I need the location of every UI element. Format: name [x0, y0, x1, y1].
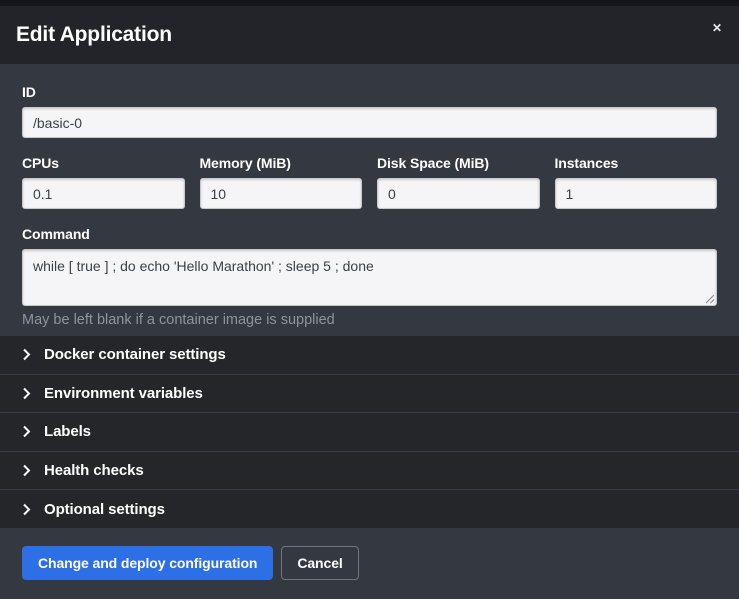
command-field-group: Command while [ true ] ; do echo 'Hello …: [22, 226, 717, 328]
id-field-group: ID: [22, 84, 717, 138]
command-textarea[interactable]: while [ true ] ; do echo 'Hello Marathon…: [22, 249, 717, 306]
modal-header: Edit Application ✕: [0, 6, 739, 64]
chevron-right-icon: [22, 348, 31, 361]
section-health-checks[interactable]: Health checks: [0, 452, 739, 491]
modal-title: Edit Application: [16, 23, 172, 47]
cpus-label: CPUs: [22, 155, 185, 171]
section-docker-container-settings[interactable]: Docker container settings: [0, 336, 739, 375]
modal-footer: Change and deploy configuration Cancel: [0, 528, 739, 599]
instances-label: Instances: [555, 155, 718, 171]
disk-label: Disk Space (MiB): [377, 155, 540, 171]
resources-row: CPUs Memory (MiB) Disk Space (MiB) Insta…: [22, 155, 717, 209]
section-label: Docker container settings: [44, 346, 226, 363]
section-label: Environment variables: [44, 385, 203, 402]
cpus-input[interactable]: [22, 178, 185, 209]
id-input[interactable]: [22, 107, 717, 138]
instances-input[interactable]: [555, 178, 718, 209]
chevron-right-icon: [22, 464, 31, 477]
section-label: Optional settings: [44, 501, 165, 518]
section-optional-settings[interactable]: Optional settings: [0, 490, 739, 528]
memory-field-group: Memory (MiB): [200, 155, 363, 209]
chevron-right-icon: [22, 425, 31, 438]
command-help-text: May be left blank if a container image i…: [22, 312, 717, 328]
section-labels[interactable]: Labels: [0, 413, 739, 452]
close-icon[interactable]: ✕: [705, 16, 729, 40]
memory-label: Memory (MiB): [200, 155, 363, 171]
instances-field-group: Instances: [555, 155, 718, 209]
section-environment-variables[interactable]: Environment variables: [0, 375, 739, 414]
chevron-right-icon: [22, 503, 31, 516]
edit-application-modal: Edit Application ✕ ID CPUs Memory (MiB) …: [0, 6, 739, 599]
section-label: Labels: [44, 423, 91, 440]
command-label: Command: [22, 226, 717, 242]
form-body: ID CPUs Memory (MiB) Disk Space (MiB) In…: [0, 64, 739, 336]
change-and-deploy-button[interactable]: Change and deploy configuration: [22, 546, 273, 580]
cancel-button[interactable]: Cancel: [281, 546, 358, 580]
chevron-right-icon: [22, 387, 31, 400]
id-label: ID: [22, 84, 717, 100]
section-label: Health checks: [44, 462, 144, 479]
command-textarea-wrap: while [ true ] ; do echo 'Hello Marathon…: [22, 249, 717, 306]
memory-input[interactable]: [200, 178, 363, 209]
disk-input[interactable]: [377, 178, 540, 209]
cpus-field-group: CPUs: [22, 155, 185, 209]
accordion-sections: Docker container settings Environment va…: [0, 336, 739, 528]
disk-field-group: Disk Space (MiB): [377, 155, 540, 209]
